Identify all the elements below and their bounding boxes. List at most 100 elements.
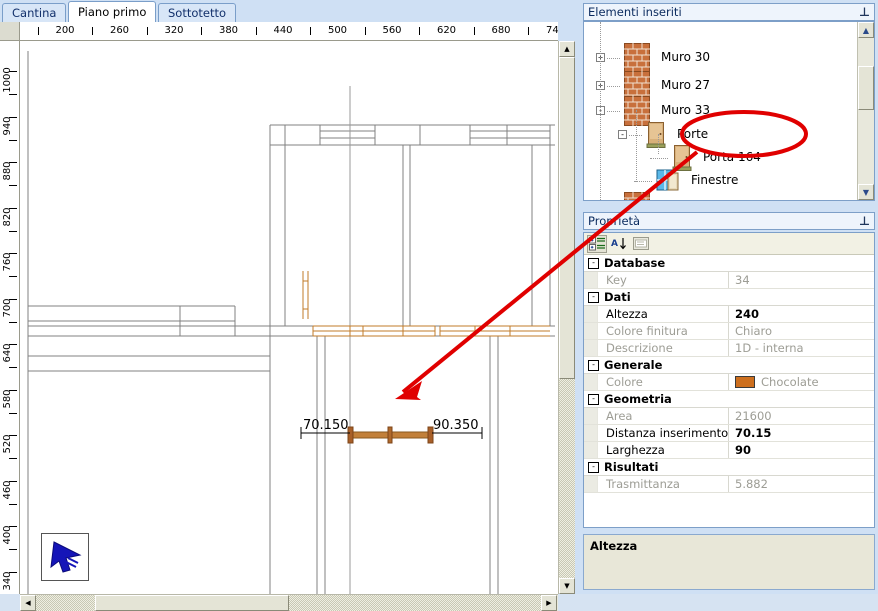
tab-cantina[interactable]: Cantina	[2, 3, 67, 22]
alphabetical-sort-button[interactable]: A	[609, 235, 629, 253]
property-row-descrizione[interactable]: Descrizione 1D - interna	[584, 340, 874, 357]
ruler-tick	[9, 207, 17, 209]
ruler-tick	[9, 480, 17, 482]
scroll-left-button[interactable]: ◀	[20, 595, 36, 611]
canvas-vertical-scrollbar[interactable]: ▲ ▼	[558, 41, 575, 594]
ruler-tick	[528, 27, 530, 35]
property-value-cell[interactable]: 90	[729, 442, 874, 458]
property-name: Colore	[598, 374, 729, 390]
property-value-cell[interactable]: 34	[729, 272, 874, 288]
description-title: Altezza	[590, 539, 638, 553]
property-row-trasmittanza[interactable]: Trasmittanza 5.882	[584, 476, 874, 493]
property-value-cell[interactable]: Chocolate	[729, 374, 874, 390]
horizontal-scroll-track-left[interactable]	[36, 595, 95, 611]
tree-scroll-up-button[interactable]: ▲	[858, 22, 874, 38]
ruler-tick	[9, 435, 17, 437]
scroll-down-icon: ▼	[564, 582, 570, 590]
ruler-label: 620	[436, 25, 457, 36]
pan-cursor-tool[interactable]	[41, 533, 89, 581]
ruler-label: 680	[491, 25, 511, 36]
property-row-colore[interactable]: Colore Chocolate	[584, 374, 874, 391]
property-row-colore-finitura[interactable]: Colore finitura Chiaro	[584, 323, 874, 340]
property-row-area[interactable]: Area 21600	[584, 408, 874, 425]
property-value-cell[interactable]: 21600	[729, 408, 874, 424]
scroll-down-button[interactable]: ▼	[559, 578, 575, 594]
categorized-icon	[589, 236, 605, 250]
property-name: Key	[598, 272, 729, 288]
canvas-client-area: 200260320380440500560620680740800860 100…	[0, 22, 580, 611]
ruler-tick	[9, 549, 17, 550]
property-value-cell[interactable]: 5.882	[729, 476, 874, 492]
ruler-tick	[9, 503, 17, 505]
ruler-tick	[9, 321, 17, 323]
property-row-distanza-inserimento[interactable]: Distanza inserimento 70.15	[584, 425, 874, 442]
vertical-scroll-track[interactable]	[559, 379, 575, 578]
property-group-geometria[interactable]: - Geometria	[584, 391, 874, 408]
ruler-tick	[9, 571, 17, 573]
group-expander[interactable]: -	[588, 257, 599, 269]
tab-label: Sottotetto	[168, 6, 227, 20]
properties-toolbar: A	[584, 233, 874, 255]
group-label: Geometria	[604, 392, 672, 406]
property-value: Chocolate	[761, 375, 819, 389]
brick-wall-icon	[624, 192, 650, 200]
property-rows: - Database Key 34- Dati Altezza 240 Colore fini…	[584, 255, 874, 527]
property-row-key[interactable]: Key 34	[584, 272, 874, 289]
property-stripe	[584, 306, 598, 322]
ruler-tick	[9, 230, 17, 232]
vertical-scroll-thumb[interactable]	[559, 57, 575, 379]
property-group-dati[interactable]: - Dati	[584, 289, 874, 306]
property-row-larghezza[interactable]: Larghezza 90	[584, 442, 874, 459]
property-value-cell[interactable]: 1D - interna	[729, 340, 874, 356]
property-pages-button[interactable]	[631, 235, 651, 253]
tree-expander[interactable]: -	[618, 130, 627, 139]
properties-grid[interactable]: A - Database Key 34- Dati Altezza 240 Colore fi…	[583, 232, 875, 528]
group-label: Risultati	[604, 460, 659, 474]
property-group-generale[interactable]: - Generale	[584, 357, 874, 374]
ruler-label: 200	[55, 25, 75, 36]
ruler-tick	[9, 344, 17, 346]
color-swatch[interactable]	[735, 376, 755, 388]
properties-panel-header: Proprietà ⊥	[583, 212, 875, 230]
tree-item-label: Muro 30	[661, 50, 711, 64]
horizontal-ruler: 200260320380440500560620680740800860	[20, 22, 558, 41]
tree-item-label: Muro 29	[661, 199, 710, 200]
scroll-right-button[interactable]: ▶	[541, 595, 557, 611]
property-value-cell[interactable]: 70.15	[729, 425, 874, 441]
property-group-database[interactable]: - Database	[584, 255, 874, 272]
property-name: Larghezza	[598, 442, 729, 458]
group-expander[interactable]: -	[588, 393, 599, 405]
canvas-horizontal-scrollbar[interactable]: ◀ ▶	[20, 594, 558, 611]
tree-scroll-thumb[interactable]	[858, 66, 874, 110]
properties-pin-icon[interactable]: ⊥	[859, 215, 870, 227]
property-value-cell[interactable]: 240	[729, 306, 874, 322]
property-description-panel: Altezza	[583, 534, 875, 590]
property-name: Trasmittanza	[598, 476, 729, 492]
property-group-risultati[interactable]: - Risultati	[584, 459, 874, 476]
tree-scroll-down-button[interactable]: ▼	[858, 184, 874, 200]
tab-piano-primo[interactable]: Piano primo	[68, 1, 157, 22]
property-row-altezza[interactable]: Altezza 240	[584, 306, 874, 323]
tree-vertical-scrollbar[interactable]: ▲ ▼	[857, 22, 874, 200]
pin-icon[interactable]: ⊥	[859, 6, 870, 18]
group-expander[interactable]: -	[588, 359, 599, 371]
horizontal-scroll-thumb[interactable]	[95, 595, 289, 611]
ruler-label: 520	[2, 434, 13, 454]
property-value-cell[interactable]: Chiaro	[729, 323, 874, 339]
scroll-up-button[interactable]: ▲	[559, 41, 575, 57]
elements-tree[interactable]: + Muro 30 + Muro 27- Muro 33- Porte Port…	[583, 21, 875, 201]
floorplan-canvas[interactable]: 70.150 90.350	[20, 41, 558, 594]
group-expander[interactable]: -	[588, 461, 599, 473]
group-expander[interactable]: -	[588, 291, 599, 303]
svg-text:90.350: 90.350	[433, 418, 479, 433]
ruler-label: 460	[2, 479, 13, 500]
categorized-view-button[interactable]	[587, 234, 607, 253]
brick-wall-icon	[624, 43, 650, 73]
tab-sottotetto[interactable]: Sottotetto	[158, 3, 237, 22]
tree-connector	[607, 86, 620, 87]
horizontal-scroll-track-right[interactable]	[289, 595, 541, 611]
window-icon	[656, 169, 679, 191]
door-icon	[646, 122, 666, 148]
drawing-area-pane: Cantina Piano primo Sottotetto 200 260 320 38…	[0, 0, 580, 611]
ruler-label: 260	[109, 25, 130, 36]
